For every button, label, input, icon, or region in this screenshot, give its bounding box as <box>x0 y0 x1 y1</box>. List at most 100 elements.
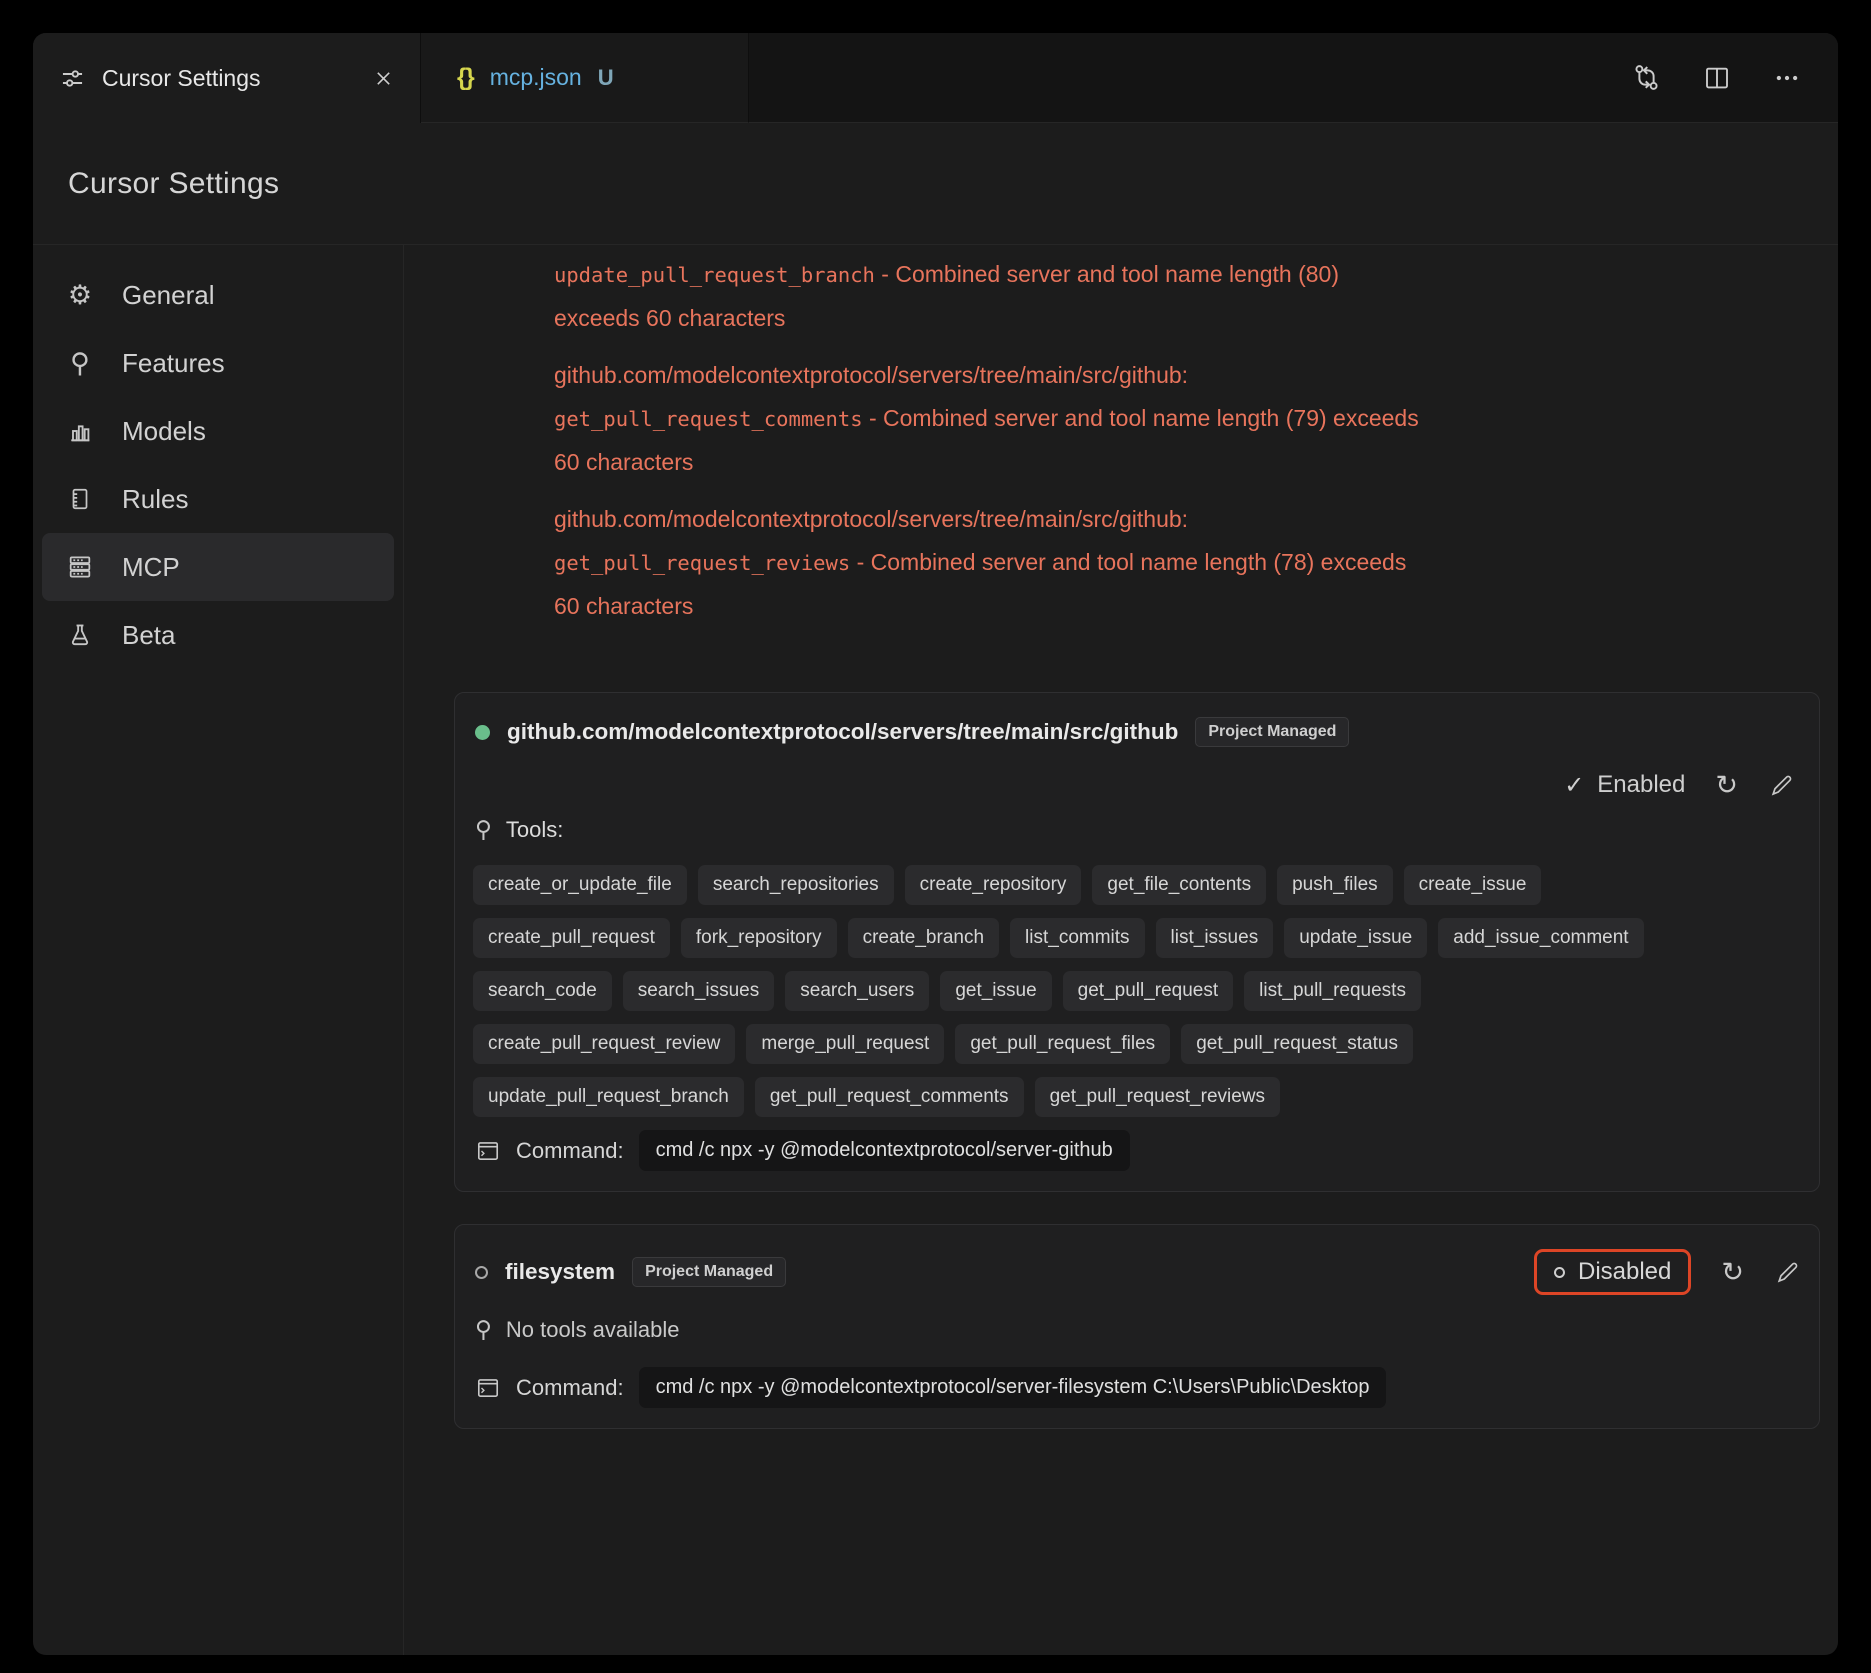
tools-icon: ⚲ <box>475 1317 492 1343</box>
tab-label: Cursor Settings <box>102 65 261 92</box>
tool-chip-row: create_pull_request_review merge_pull_req… <box>473 1024 1801 1064</box>
sliders-icon <box>59 65 86 92</box>
command-icon <box>475 1138 501 1164</box>
no-tools-label: No tools available <box>506 1317 680 1343</box>
more-actions-icon[interactable] <box>1772 63 1802 93</box>
sidebar-item-label: Models <box>122 416 206 447</box>
disabled-toggle[interactable]: Disabled <box>1534 1249 1691 1295</box>
sidebar-item-label: Features <box>122 348 225 379</box>
tab-label: mcp.json <box>490 64 582 91</box>
mcp-settings-panel: update_pull_request_branch - Combined se… <box>404 245 1838 1655</box>
tab-bar-actions <box>749 33 1838 123</box>
server-card-github: github.com/modelcontextprotocol/servers/… <box>454 692 1820 1192</box>
tool-chip: list_issues <box>1156 918 1274 958</box>
error-message: update_pull_request_branch - Combined se… <box>554 253 1820 340</box>
sidebar-item-label: Rules <box>122 484 188 515</box>
tool-chip: create_pull_request_review <box>473 1024 735 1064</box>
sidebar-item-general[interactable]: ⚙ General <box>42 261 394 329</box>
status-dot-enabled <box>475 725 490 740</box>
command-value: cmd /c npx -y @modelcontextprotocol/serv… <box>639 1367 1387 1408</box>
tool-chip: fork_repository <box>681 918 837 958</box>
sidebar-item-models[interactable]: Models <box>42 397 394 465</box>
status-label: Enabled <box>1597 771 1685 799</box>
edit-icon[interactable] <box>1774 1259 1801 1286</box>
tool-chip: search_repositories <box>698 865 894 905</box>
tool-chip: add_issue_comment <box>1438 918 1643 958</box>
tool-chip-row: search_code search_issues search_users get_… <box>473 971 1801 1011</box>
tool-chip: create_repository <box>905 865 1082 905</box>
project-managed-badge: Project Managed <box>632 1257 786 1287</box>
status-dot-disabled <box>475 1266 488 1279</box>
enabled-toggle[interactable]: ✓ Enabled <box>1564 771 1685 799</box>
tool-chip: search_issues <box>623 971 774 1011</box>
error-message: github.com/modelcontextprotocol/servers/… <box>554 498 1820 628</box>
command-label: Command: <box>516 1138 624 1164</box>
error-list: update_pull_request_branch - Combined se… <box>554 253 1820 628</box>
check-icon: ✓ <box>1564 771 1584 799</box>
tool-name-mono: get_pull_request_reviews <box>554 551 850 575</box>
sidebar-item-label: MCP <box>122 552 180 583</box>
command-icon <box>475 1375 501 1401</box>
bar-chart-icon <box>64 417 96 445</box>
sidebar-item-mcp[interactable]: MCP <box>42 533 394 601</box>
edit-icon[interactable] <box>1768 772 1795 799</box>
command-value: cmd /c npx -y @modelcontextprotocol/serv… <box>639 1130 1130 1171</box>
refresh-icon[interactable]: ↻ <box>1721 1259 1744 1286</box>
tool-chip: create_issue <box>1404 865 1542 905</box>
flask-icon <box>64 622 96 648</box>
tool-chip-row: update_pull_request_branchget_pull_reque… <box>473 1077 1801 1117</box>
server-name: github.com/modelcontextprotocol/servers/… <box>507 719 1178 745</box>
command-label: Command: <box>516 1375 624 1401</box>
notebook-icon <box>64 486 96 512</box>
page-header: Cursor Settings <box>33 123 1838 245</box>
tools-icon: ⚲ <box>64 348 96 379</box>
page-title: Cursor Settings <box>68 167 279 201</box>
tool-chip: get_pull_request_files <box>955 1024 1170 1064</box>
circle-icon <box>1554 1267 1565 1278</box>
server-card-filesystem: filesystem Project Managed Disabled ↻ <box>454 1224 1820 1429</box>
tool-chip: create_pull_request <box>473 918 670 958</box>
gear-icon: ⚙ <box>64 280 96 311</box>
sidebar-item-beta[interactable]: Beta <box>42 601 394 669</box>
tool-chip: create_or_update_file <box>473 865 687 905</box>
tool-chip: get_pull_request_status <box>1181 1024 1413 1064</box>
sidebar-item-features[interactable]: ⚲ Features <box>42 329 394 397</box>
tools-chip-list: create_or_update_file search_repositories… <box>473 865 1801 1117</box>
tool-chip: get_pull_request_comments <box>755 1077 1024 1117</box>
tool-chip: get_pull_request_reviews <box>1035 1077 1280 1117</box>
git-status-badge: U <box>598 65 614 91</box>
tool-name-mono: update_pull_request_branch <box>554 263 875 287</box>
status-label: Disabled <box>1578 1258 1671 1286</box>
tab-cursor-settings[interactable]: Cursor Settings <box>33 33 421 123</box>
split-editor-icon[interactable] <box>1702 63 1732 93</box>
tool-chip: list_commits <box>1010 918 1145 958</box>
json-braces-icon: {} <box>457 64 474 92</box>
tools-label: Tools: <box>506 817 563 843</box>
open-changes-icon[interactable] <box>1631 62 1662 93</box>
tool-chip-row: create_pull_request fork_repository create… <box>473 918 1801 958</box>
close-icon[interactable] <box>373 68 394 89</box>
tool-chip: search_users <box>785 971 929 1011</box>
tab-mcp-json[interactable]: {} mcp.json U <box>421 33 749 123</box>
refresh-icon[interactable]: ↻ <box>1715 772 1738 799</box>
error-message: github.com/modelcontextprotocol/servers/… <box>554 354 1820 484</box>
tool-chip: merge_pull_request <box>746 1024 944 1064</box>
sidebar-item-label: General <box>122 280 215 311</box>
tool-chip: create_branch <box>848 918 999 958</box>
tool-chip: get_issue <box>940 971 1051 1011</box>
tool-chip: update_issue <box>1284 918 1427 958</box>
tool-chip: list_pull_requests <box>1244 971 1421 1011</box>
tool-chip: search_code <box>473 971 612 1011</box>
sidebar-item-rules[interactable]: Rules <box>42 465 394 533</box>
tool-chip: push_files <box>1277 865 1393 905</box>
tool-chip: get_file_contents <box>1092 865 1266 905</box>
tab-bar: Cursor Settings {} mcp.json U <box>33 33 1838 123</box>
project-managed-badge: Project Managed <box>1195 717 1349 747</box>
editor-window: Cursor Settings {} mcp.json U <box>33 33 1838 1655</box>
server-name: filesystem <box>505 1259 615 1285</box>
tool-chip: get_pull_request <box>1063 971 1234 1011</box>
sidebar-item-label: Beta <box>122 620 176 651</box>
tool-chip-row: create_or_update_file search_repositories… <box>473 865 1801 905</box>
tool-name-mono: get_pull_request_comments <box>554 407 863 431</box>
settings-sidebar: ⚙ General ⚲ Features Models <box>33 245 404 1655</box>
